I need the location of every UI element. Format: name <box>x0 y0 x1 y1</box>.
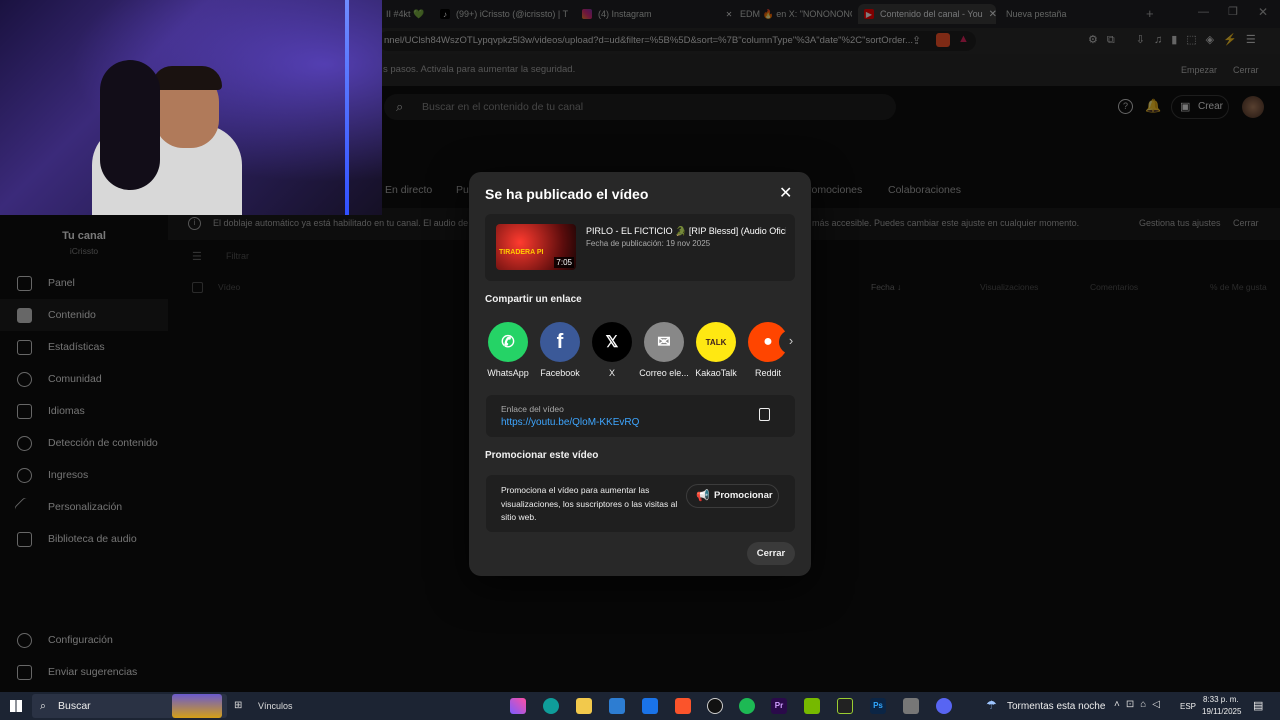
brave-icon[interactable] <box>675 698 691 714</box>
nvidia-icon[interactable] <box>804 698 820 714</box>
person-hair <box>152 66 222 90</box>
video-duration: 7:05 <box>554 257 574 268</box>
chevron-right-icon[interactable]: › <box>779 330 803 354</box>
megaphone-icon: 📢 <box>696 490 710 502</box>
premiere-icon[interactable]: Pr <box>771 698 787 714</box>
share-whatsapp-button[interactable]: ✆ WhatsApp <box>482 322 534 378</box>
promote-text: Promociona el vídeo para aumentar las vi… <box>501 485 678 522</box>
language-indicator[interactable]: ESP <box>1180 702 1196 711</box>
video-link[interactable]: https://youtu.be/QloM-KKEvRQ <box>501 417 639 428</box>
notifications-icon[interactable]: ▤ <box>1253 699 1263 712</box>
link-label: Enlace del vídeo <box>501 404 564 414</box>
discord-icon[interactable] <box>936 698 952 714</box>
search-icon: ⌕ <box>40 700 46 712</box>
mail-icon: ✉ <box>644 322 684 362</box>
app-icon-2[interactable] <box>903 698 919 714</box>
share-kakaotalk-button[interactable]: TALK KakaoTalk <box>690 322 742 378</box>
app-icon[interactable] <box>837 698 853 714</box>
video-publish-date: Fecha de publicación: 19 nov 2025 <box>586 239 711 248</box>
mail-icon[interactable] <box>642 698 658 714</box>
photoshop-icon[interactable]: Ps <box>870 698 886 714</box>
led-strip <box>345 0 349 215</box>
video-thumbnail: TIRADERA PI 7:05 <box>496 224 576 270</box>
clock-time[interactable]: 8:33 p. m. <box>1203 695 1239 704</box>
promote-label: Promocionar <box>714 490 773 501</box>
video-link-box: Enlace del vídeo https://youtu.be/QloM-K… <box>486 395 795 437</box>
promote-button[interactable]: 📢 Promocionar <box>686 484 779 508</box>
copy-icon[interactable] <box>759 408 770 421</box>
thumbnail-text: TIRADERA PI <box>499 249 544 256</box>
search-highlight-image <box>172 694 222 718</box>
clock-date[interactable]: 19/11/2025 <box>1202 707 1241 716</box>
edge-icon[interactable] <box>543 698 559 714</box>
file-explorer-icon[interactable] <box>576 698 592 714</box>
dialog-title: Se ha publicado el vídeo <box>485 186 649 202</box>
spotify-icon[interactable] <box>739 698 755 714</box>
share-label: Facebook <box>540 368 580 378</box>
tray-icons[interactable]: ˄⊡⌂◁ <box>1114 699 1166 710</box>
close-icon[interactable]: ✕ <box>779 183 792 203</box>
kakaotalk-icon: TALK <box>696 322 736 362</box>
weather-icon: ☂ <box>986 698 997 712</box>
facebook-icon: f <box>540 322 580 362</box>
share-x-button[interactable]: 𝕏X <box>586 322 638 378</box>
task-view-icon[interactable]: ⊞ <box>234 700 242 711</box>
windows-start-icon[interactable] <box>10 700 22 712</box>
share-label: KakaoTalk <box>695 368 737 378</box>
copilot-icon[interactable] <box>510 698 526 714</box>
chair <box>100 60 160 190</box>
share-email-button[interactable]: ✉ Correo ele... <box>638 322 690 378</box>
promote-box: Promociona el vídeo para aumentar las vi… <box>486 475 795 532</box>
share-label: X <box>608 368 615 378</box>
video-card[interactable]: TIRADERA PI 7:05 PIRLO - EL FICTICIO 🐊 [… <box>485 214 795 281</box>
share-heading: Compartir un enlace <box>485 294 582 305</box>
store-icon[interactable] <box>609 698 625 714</box>
obs-icon[interactable] <box>707 698 723 714</box>
x-icon: 𝕏 <box>592 322 632 362</box>
promote-heading: Promocionar este vídeo <box>485 450 599 461</box>
weather-text[interactable]: Tormentas esta noche <box>1007 701 1105 712</box>
share-label: Correo ele... <box>639 368 689 378</box>
taskbar-search-label: Buscar <box>58 700 91 712</box>
share-label: WhatsApp <box>487 368 529 378</box>
share-facebook-button[interactable]: f Facebook <box>534 322 586 378</box>
video-title: PIRLO - EL FICTICIO 🐊 [RIP Blessd] (Audi… <box>586 226 786 236</box>
whatsapp-icon: ✆ <box>488 322 528 362</box>
share-label: Reddit <box>754 368 781 378</box>
webcam-overlay <box>0 0 382 215</box>
links-toolbar[interactable]: Vínculos <box>258 701 293 711</box>
close-dialog-button[interactable]: Cerrar <box>747 542 795 565</box>
